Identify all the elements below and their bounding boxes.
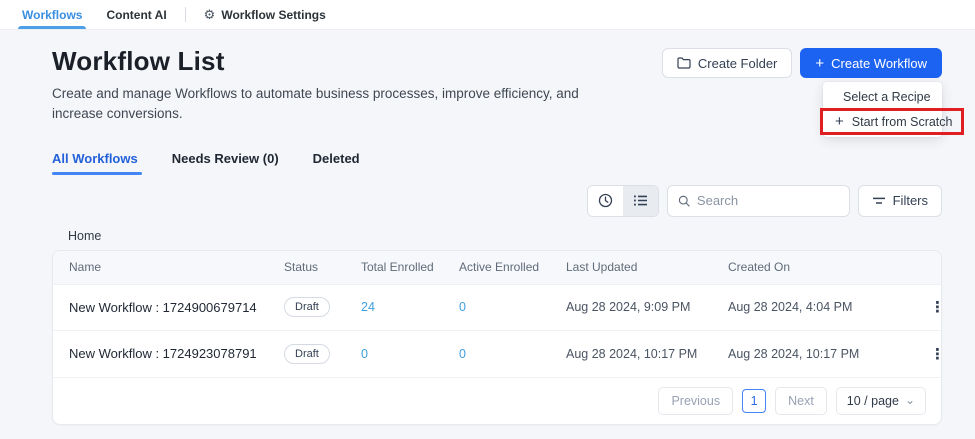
tab-all-workflows[interactable]: All Workflows bbox=[52, 151, 138, 175]
last-updated-cell: Aug 28 2024, 9:09 PM bbox=[550, 300, 712, 314]
topnav-workflows-label: Workflows bbox=[22, 8, 82, 22]
tab-needs-review[interactable]: Needs Review (0) bbox=[172, 151, 279, 175]
workflow-table-card: Name Status Total Enrolled Active Enroll… bbox=[52, 250, 942, 425]
page-header-text: Workflow List Create and manage Workflow… bbox=[52, 46, 592, 125]
table-header-row: Name Status Total Enrolled Active Enroll… bbox=[53, 251, 941, 285]
select-recipe-label: Select a Recipe bbox=[843, 90, 931, 104]
total-enrolled-link[interactable]: 24 bbox=[345, 300, 443, 314]
created-on-cell: Aug 28 2024, 4:04 PM bbox=[712, 300, 890, 314]
filters-button[interactable]: Filters bbox=[858, 185, 942, 217]
page-header: Workflow List Create and manage Workflow… bbox=[52, 46, 942, 125]
create-folder-label: Create Folder bbox=[698, 56, 777, 71]
breadcrumb[interactable]: Home bbox=[68, 229, 942, 243]
column-header-name: Name bbox=[53, 260, 268, 274]
status-badge: Draft bbox=[284, 297, 330, 317]
workflow-name-link[interactable]: New Workflow : 1724900679714 bbox=[53, 300, 268, 315]
topnav-tab-workflows[interactable]: Workflows bbox=[10, 0, 94, 29]
list-tabs: All Workflows Needs Review (0) Deleted bbox=[52, 151, 942, 175]
topnav-settings-label: Workflow Settings bbox=[221, 8, 325, 22]
status-badge: Draft bbox=[284, 344, 330, 364]
row-actions-menu-button[interactable]: ⋮ bbox=[890, 345, 942, 363]
table-row: New Workflow : 1724900679714 Draft 24 0 … bbox=[53, 285, 941, 332]
create-workflow-button[interactable]: + Create Workflow bbox=[800, 48, 942, 78]
create-workflow-menu: Select a Recipe + Start from Scratch bbox=[823, 82, 942, 137]
filter-icon bbox=[872, 196, 886, 206]
topnav-content-ai-label: Content AI bbox=[106, 8, 166, 22]
create-folder-button[interactable]: Create Folder bbox=[662, 48, 792, 78]
list-toolbar: Filters bbox=[52, 185, 942, 217]
status-cell: Draft bbox=[268, 297, 345, 317]
tab-needs-review-label: Needs Review (0) bbox=[172, 151, 279, 166]
filters-label: Filters bbox=[893, 193, 928, 208]
row-actions-menu-button[interactable]: ⋮ bbox=[890, 298, 942, 316]
table-footer: Previous 1 Next 10 / page ⌄ bbox=[53, 378, 941, 424]
column-header-status: Status bbox=[268, 260, 345, 274]
topnav-tab-workflow-settings[interactable]: ⚙ Workflow Settings bbox=[192, 0, 338, 29]
column-header-active-enrolled: Active Enrolled bbox=[443, 260, 550, 274]
clock-icon bbox=[598, 193, 613, 208]
header-actions: Create Folder + Create Workflow Select a… bbox=[662, 48, 942, 78]
list-view-button[interactable] bbox=[623, 186, 658, 216]
column-header-created-on: Created On bbox=[712, 260, 890, 274]
gear-icon: ⚙ bbox=[204, 8, 216, 21]
created-on-cell: Aug 28 2024, 10:17 PM bbox=[712, 347, 890, 361]
page-size-select[interactable]: 10 / page ⌄ bbox=[836, 387, 926, 415]
create-workflow-label: Create Workflow bbox=[831, 56, 927, 71]
column-header-last-updated: Last Updated bbox=[550, 260, 712, 274]
active-enrolled-link[interactable]: 0 bbox=[443, 300, 550, 314]
search-icon bbox=[678, 194, 690, 208]
top-navigation: Workflows Content AI ⚙ Workflow Settings bbox=[0, 0, 975, 30]
page-title: Workflow List bbox=[52, 46, 592, 77]
tab-deleted-label: Deleted bbox=[313, 151, 360, 166]
folder-icon bbox=[677, 57, 691, 69]
chevron-down-icon: ⌄ bbox=[905, 397, 915, 404]
main-content: Workflow List Create and manage Workflow… bbox=[0, 30, 975, 425]
total-enrolled-link[interactable]: 0 bbox=[345, 347, 443, 361]
view-toggle-group bbox=[587, 185, 659, 217]
next-page-button[interactable]: Next bbox=[775, 387, 827, 415]
workflow-name-link[interactable]: New Workflow : 1724923078791 bbox=[53, 346, 268, 361]
last-updated-cell: Aug 28 2024, 10:17 PM bbox=[550, 347, 712, 361]
page-description: Create and manage Workflows to automate … bbox=[52, 84, 592, 125]
topnav-tab-content-ai[interactable]: Content AI bbox=[94, 0, 178, 29]
active-enrolled-link[interactable]: 0 bbox=[443, 347, 550, 361]
previous-page-button[interactable]: Previous bbox=[658, 387, 733, 415]
menu-item-select-recipe[interactable]: Select a Recipe bbox=[823, 85, 942, 109]
start-from-scratch-label: Start from Scratch bbox=[852, 115, 953, 129]
column-header-total-enrolled: Total Enrolled bbox=[345, 260, 443, 274]
list-icon bbox=[633, 194, 648, 207]
menu-item-start-from-scratch[interactable]: + Start from Scratch bbox=[823, 109, 942, 134]
tab-deleted[interactable]: Deleted bbox=[313, 151, 360, 175]
status-cell: Draft bbox=[268, 344, 345, 364]
page-number-button[interactable]: 1 bbox=[742, 389, 766, 413]
topnav-separator bbox=[185, 7, 186, 22]
search-box bbox=[667, 185, 850, 217]
plus-icon: + bbox=[815, 56, 824, 71]
table-row: New Workflow : 1724923078791 Draft 0 0 A… bbox=[53, 331, 941, 378]
search-input[interactable] bbox=[697, 193, 839, 208]
timeline-view-button[interactable] bbox=[588, 186, 623, 216]
tab-all-workflows-label: All Workflows bbox=[52, 151, 138, 166]
plus-icon: + bbox=[835, 114, 844, 129]
page-size-label: 10 / page bbox=[847, 394, 899, 408]
